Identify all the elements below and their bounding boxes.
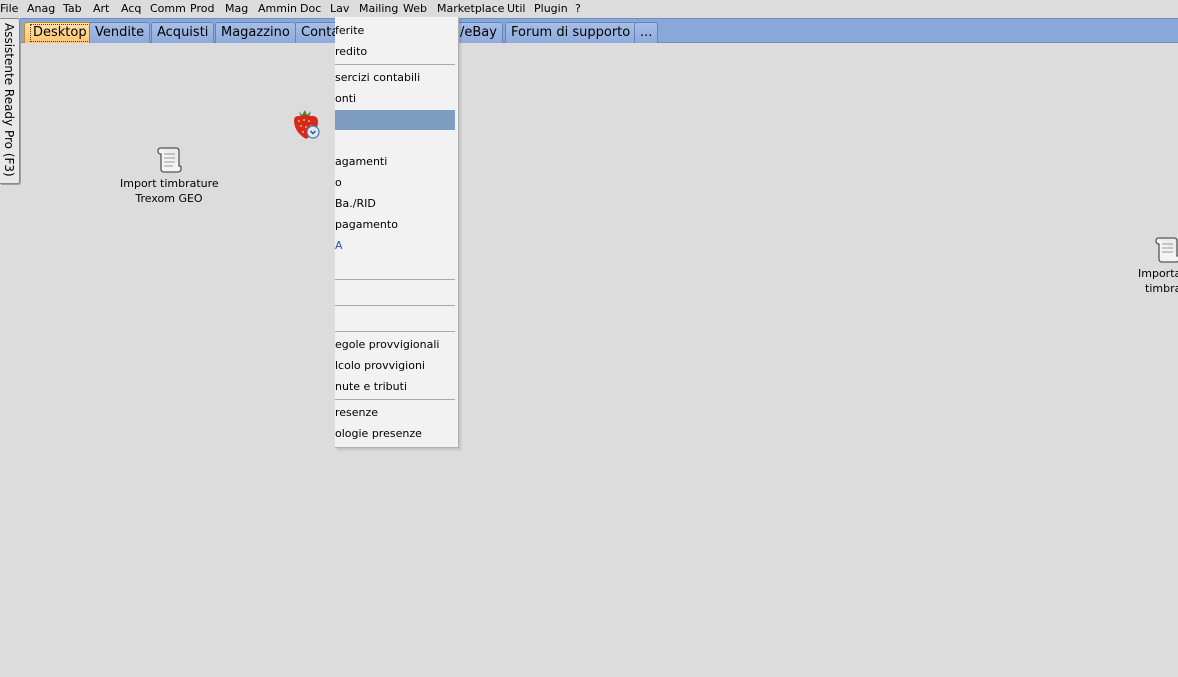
menu-item-pagamento[interactable]: pagamento xyxy=(335,215,455,235)
menu-separator xyxy=(335,305,455,306)
strawberry-clock-icon[interactable] xyxy=(290,106,322,142)
desktop-icon-import-timbrature[interactable]: Import timbrature Trexom GEO xyxy=(120,142,219,206)
tab-forum[interactable]: Forum di supporto xyxy=(505,22,637,43)
menu-art[interactable]: Art xyxy=(93,1,109,16)
menu-plugin[interactable]: Plugin xyxy=(534,1,568,16)
desktop-icon-importazione-timbrature[interactable]: Importaz timbrat xyxy=(1130,232,1178,296)
desktop-icon-label-line2: Trexom GEO xyxy=(135,192,203,205)
menu-acq[interactable]: Acq xyxy=(121,1,141,16)
menu-separator xyxy=(335,64,455,65)
menu-item-o[interactable]: o xyxy=(335,173,455,193)
assistant-side-tab[interactable]: Assistente Ready Pro (F3) xyxy=(0,18,20,184)
menu-item-riba-rid[interactable]: Ba./RID xyxy=(335,194,455,214)
menu-mag[interactable]: Mag xyxy=(225,1,248,16)
menu-item-calcolo-provvigioni[interactable]: lcolo provvigioni xyxy=(335,356,455,376)
menu-item-highlighted[interactable] xyxy=(335,110,455,130)
tab-acquisti[interactable]: Acquisti xyxy=(151,22,215,43)
menu-web[interactable]: Web xyxy=(403,1,427,16)
tab-magazzino[interactable]: Magazzino xyxy=(215,22,296,43)
menu-item-blank-1[interactable] xyxy=(335,283,455,303)
menu-item-conti[interactable]: onti xyxy=(335,89,455,109)
menu-item-pagamenti[interactable]: agamenti xyxy=(335,152,455,172)
tab-vendite[interactable]: Vendite xyxy=(89,22,151,43)
menu-prod[interactable]: Prod xyxy=(190,1,214,16)
menu-separator xyxy=(335,399,455,400)
assistant-label: Assistente Ready Pro (F3) xyxy=(2,23,16,177)
menu-tab[interactable]: Tab xyxy=(63,1,82,16)
menu-lav[interactable]: Lav xyxy=(330,1,349,16)
menu-separator xyxy=(335,279,455,280)
scroll-icon xyxy=(1155,237,1178,263)
menu-doc[interactable]: Doc xyxy=(300,1,321,16)
desktop-icon-label-line1: Import timbrature xyxy=(120,177,219,190)
menu-ammin[interactable]: Ammin xyxy=(258,1,297,16)
menu-mailing[interactable]: Mailing xyxy=(359,1,398,16)
menu-help[interactable]: ? xyxy=(575,1,581,16)
menu-separator xyxy=(335,331,455,332)
menu-anag[interactable]: Anag xyxy=(27,1,55,16)
menu-bar: File Anag Tab Art Acq Comm Prod Mag Ammi… xyxy=(0,0,1178,17)
desktop-icon-label-line1: Importaz xyxy=(1138,267,1178,280)
menu-item-credito[interactable]: redito xyxy=(335,42,455,62)
menu-file[interactable]: File xyxy=(0,1,18,16)
menu-item-ferite[interactable]: ferite xyxy=(335,21,455,41)
scroll-icon xyxy=(157,147,182,173)
menu-item-presenze[interactable]: resenze xyxy=(335,403,455,423)
tab-desktop-label: Desktop xyxy=(30,24,90,42)
menu-item-a[interactable]: A xyxy=(335,236,455,256)
menu-marketplace[interactable]: Marketplace xyxy=(437,1,504,16)
tab-ebay[interactable]: /eBay xyxy=(454,22,503,43)
tab-more[interactable]: ... xyxy=(634,22,659,43)
menu-comm[interactable]: Comm xyxy=(150,1,186,16)
menu-util[interactable]: Util xyxy=(507,1,525,16)
menu-item-blank-2[interactable] xyxy=(335,309,455,329)
tab-desktop[interactable]: Desktop xyxy=(24,22,96,43)
desktop-icon-label-line2: timbrat xyxy=(1145,282,1178,295)
menu-item-esercizi[interactable]: sercizi contabili xyxy=(335,68,455,88)
menu-item-tipologie-presenze[interactable]: ologie presenze xyxy=(335,424,455,444)
menu-item-ritenute-tributi[interactable]: nute e tributi xyxy=(335,377,455,397)
dropdown-menu: ferite redito sercizi contabili onti aga… xyxy=(335,17,459,448)
tab-bar: Desktop Vendite Acquisti Magazzino Conta… xyxy=(20,18,1178,43)
menu-item-regole-provvigionali[interactable]: egole provvigionali xyxy=(335,335,455,355)
